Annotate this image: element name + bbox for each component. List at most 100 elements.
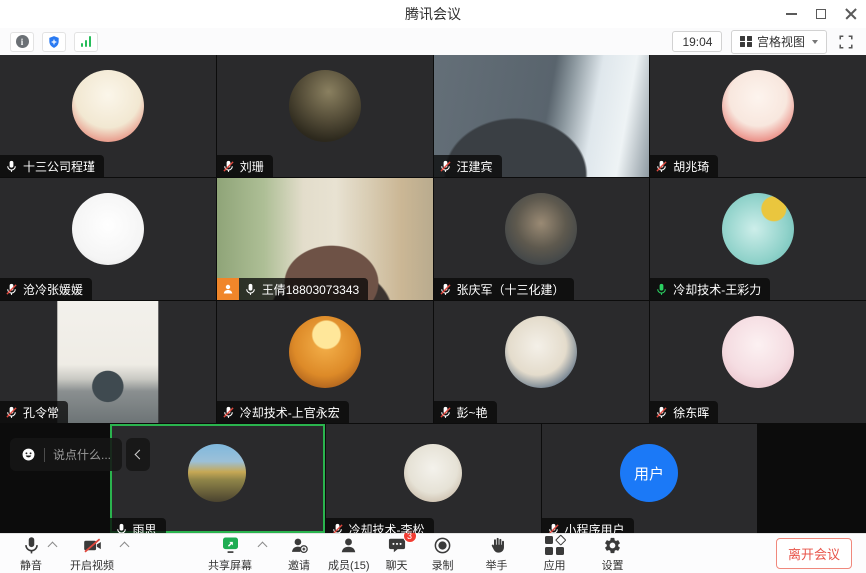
invite-button[interactable]: 邀请	[288, 535, 310, 573]
invite-label: 邀请	[288, 557, 310, 573]
participant-tile[interactable]: 彭~艳	[434, 301, 650, 423]
portrait-video	[57, 301, 158, 423]
participant-name: 冷却技术-上官永宏	[240, 404, 340, 421]
avatar: 用户	[620, 444, 678, 502]
video-options-chevron-icon[interactable]	[120, 542, 130, 552]
leave-meeting-button[interactable]: 离开会议	[776, 538, 852, 569]
settings-gear-icon	[603, 536, 622, 555]
shield-icon	[47, 35, 61, 49]
participant-name: 十三公司程瑾	[23, 158, 95, 175]
close-button[interactable]	[836, 0, 866, 28]
participant-tile[interactable]: 沧冷张媛媛	[0, 178, 216, 300]
avatar	[505, 193, 577, 265]
chat-input[interactable]: 说点什么...	[10, 438, 122, 471]
mic-icon	[5, 160, 18, 173]
name-bar-body: 雨思	[110, 518, 166, 533]
participant-tile[interactable]: 徐东晖	[650, 301, 866, 423]
members-icon-wrap	[339, 535, 358, 556]
toolbar-group-members: 成员(15)	[328, 535, 370, 573]
mic-muted-icon	[655, 160, 668, 173]
participant-tile[interactable]: 十三公司程瑾	[0, 55, 216, 177]
mute-options-chevron-icon[interactable]	[48, 542, 58, 552]
mic-muted-icon	[439, 160, 452, 173]
microphone-icon	[22, 536, 41, 555]
host-badge-icon	[217, 278, 239, 300]
share-screen-icon	[220, 535, 241, 555]
toolbar-group-record: 录制	[432, 535, 454, 573]
chat-collapse-button[interactable]	[126, 438, 150, 471]
mic-icon	[115, 523, 128, 534]
settings-button[interactable]: 设置	[602, 535, 624, 573]
mute-icon-wrap	[22, 535, 41, 556]
camera-off-icon	[82, 536, 103, 555]
mic-muted-icon	[439, 406, 452, 419]
participant-tile[interactable]: 冷却技术-王彩力	[650, 178, 866, 300]
mute-label: 静音	[20, 557, 42, 573]
record-button[interactable]: 录制	[432, 535, 454, 573]
name-bar: 沧冷张媛媛	[0, 278, 92, 300]
minimize-icon	[786, 13, 797, 15]
close-icon	[845, 8, 857, 20]
name-bar-body: 冷却技术-上官永宏	[217, 401, 349, 423]
chat-button[interactable]: 3聊天	[386, 535, 408, 573]
video-button[interactable]: 开启视频	[70, 535, 114, 573]
view-mode-dropdown[interactable]: 宫格视图	[731, 30, 827, 54]
avatar	[404, 444, 462, 502]
grid-view-icon	[740, 36, 752, 48]
name-bar-body: 刘珊	[217, 155, 273, 177]
name-bar: 冷却技术-李松	[326, 518, 434, 533]
name-bar: 胡兆琦	[650, 155, 718, 177]
name-bar-body: 冷却技术-李松	[326, 518, 434, 533]
participant-name: 徐东晖	[673, 404, 709, 421]
toolbar-group-hand: 举手	[486, 535, 508, 573]
mic-speaking-icon	[655, 283, 668, 296]
meeting-security-button[interactable]	[42, 32, 66, 52]
mic-muted-icon	[331, 523, 344, 534]
toolbar-group-settings: 设置	[602, 535, 624, 573]
chat-placeholder: 说点什么...	[53, 446, 111, 463]
grid-row: 孔令常 冷却技术-上官永宏 彭~艳 徐东晖	[0, 301, 866, 423]
name-bar: 孔令常	[0, 401, 68, 423]
hand-label: 举手	[486, 557, 508, 573]
info-icon: i	[16, 35, 29, 48]
participant-tile[interactable]: 冷却技术-上官永宏	[217, 301, 433, 423]
mute-button[interactable]: 静音	[20, 535, 42, 573]
share-button[interactable]: 共享屏幕	[208, 535, 252, 573]
hand-button[interactable]: 举手	[486, 535, 508, 573]
network-status-button[interactable]	[74, 32, 98, 52]
share-options-chevron-icon[interactable]	[258, 542, 268, 552]
invite-icon-wrap	[289, 535, 310, 556]
participant-tile[interactable]: 冷却技术-李松	[326, 424, 541, 533]
mic-muted-icon	[5, 283, 18, 296]
meeting-info-button[interactable]: i	[10, 32, 34, 52]
network-signal-icon	[81, 36, 92, 47]
participant-tile[interactable]: 刘珊	[217, 55, 433, 177]
name-bar-body: 孔令常	[0, 401, 68, 423]
mic-icon	[244, 283, 257, 296]
minimize-button[interactable]	[776, 0, 806, 28]
name-bar: 彭~艳	[434, 401, 497, 423]
participant-tile[interactable]: 孔令常	[0, 301, 216, 423]
raise-hand-icon	[488, 536, 506, 555]
apps-button[interactable]: 应用	[544, 535, 566, 573]
maximize-button[interactable]	[806, 0, 836, 28]
name-bar-body: 汪建宾	[434, 155, 502, 177]
name-bar: 汪建宾	[434, 155, 502, 177]
name-bar-body: 胡兆琦	[650, 155, 718, 177]
participant-name: 胡兆琦	[673, 158, 709, 175]
fullscreen-button[interactable]	[836, 32, 856, 52]
participant-tile[interactable]: 张庆军（十三化建）	[434, 178, 650, 300]
participant-tile[interactable]: 胡兆琦	[650, 55, 866, 177]
name-bar-body: 王倩18803073343	[239, 278, 368, 300]
participant-tile[interactable]: 用户小程序用户	[542, 424, 757, 533]
name-bar: 王倩18803073343	[217, 278, 368, 300]
name-bar-body: 彭~艳	[434, 401, 497, 423]
participant-tile[interactable]: 王倩18803073343	[217, 178, 433, 300]
apps-icon	[545, 536, 564, 555]
name-bar: 雨思	[110, 518, 166, 533]
name-bar: 十三公司程瑾	[0, 155, 104, 177]
participant-tile[interactable]: 汪建宾	[434, 55, 650, 177]
avatar	[505, 316, 577, 388]
members-button[interactable]: 成员(15)	[328, 535, 370, 573]
invite-icon	[289, 536, 310, 555]
